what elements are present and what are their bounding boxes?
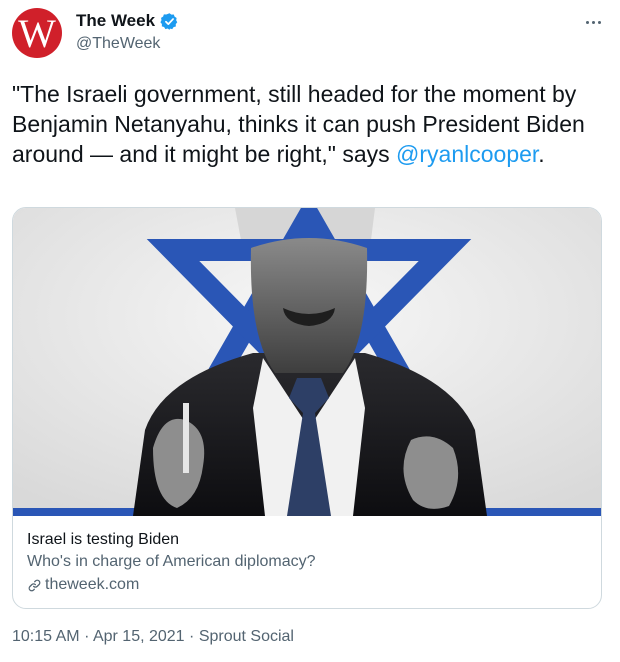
mention-link[interactable]: @ryanlcooper xyxy=(396,141,538,167)
avatar[interactable]: W xyxy=(12,8,62,58)
tweet-date[interactable]: Apr 15, 2021 xyxy=(93,628,185,645)
card-description: Who's in charge of American diplomacy? xyxy=(27,553,316,570)
card-title[interactable]: Israel is testing Biden xyxy=(27,530,316,550)
card-image[interactable] xyxy=(13,208,602,516)
tweet-time[interactable]: 10:15 AM xyxy=(12,628,80,645)
avatar-letter: W xyxy=(18,11,56,56)
handle[interactable]: @TheWeek xyxy=(76,35,160,53)
verified-badge-icon xyxy=(160,12,178,30)
link-card[interactable]: Israel is testing Biden Who's in charge … xyxy=(12,207,602,609)
link-icon xyxy=(28,579,41,591)
card-meta: Israel is testing Biden Who's in charge … xyxy=(27,530,316,595)
display-name[interactable]: The Week xyxy=(76,11,155,31)
footer-separator: · xyxy=(84,628,90,645)
author-name-row[interactable]: The Week xyxy=(76,11,179,31)
footer-separator: · xyxy=(189,628,195,645)
more-options-icon[interactable] xyxy=(580,12,606,32)
tweet-text-end: . xyxy=(538,141,545,167)
card-domain: theweek.com xyxy=(45,576,140,593)
tweet-text: "The Israeli government, still headed fo… xyxy=(12,79,602,169)
tweet-source[interactable]: Sprout Social xyxy=(199,628,294,645)
tweet-footer: 10:15 AM · Apr 15, 2021 · Sprout Social xyxy=(12,628,294,646)
card-domain-row: theweek.com xyxy=(27,575,316,595)
